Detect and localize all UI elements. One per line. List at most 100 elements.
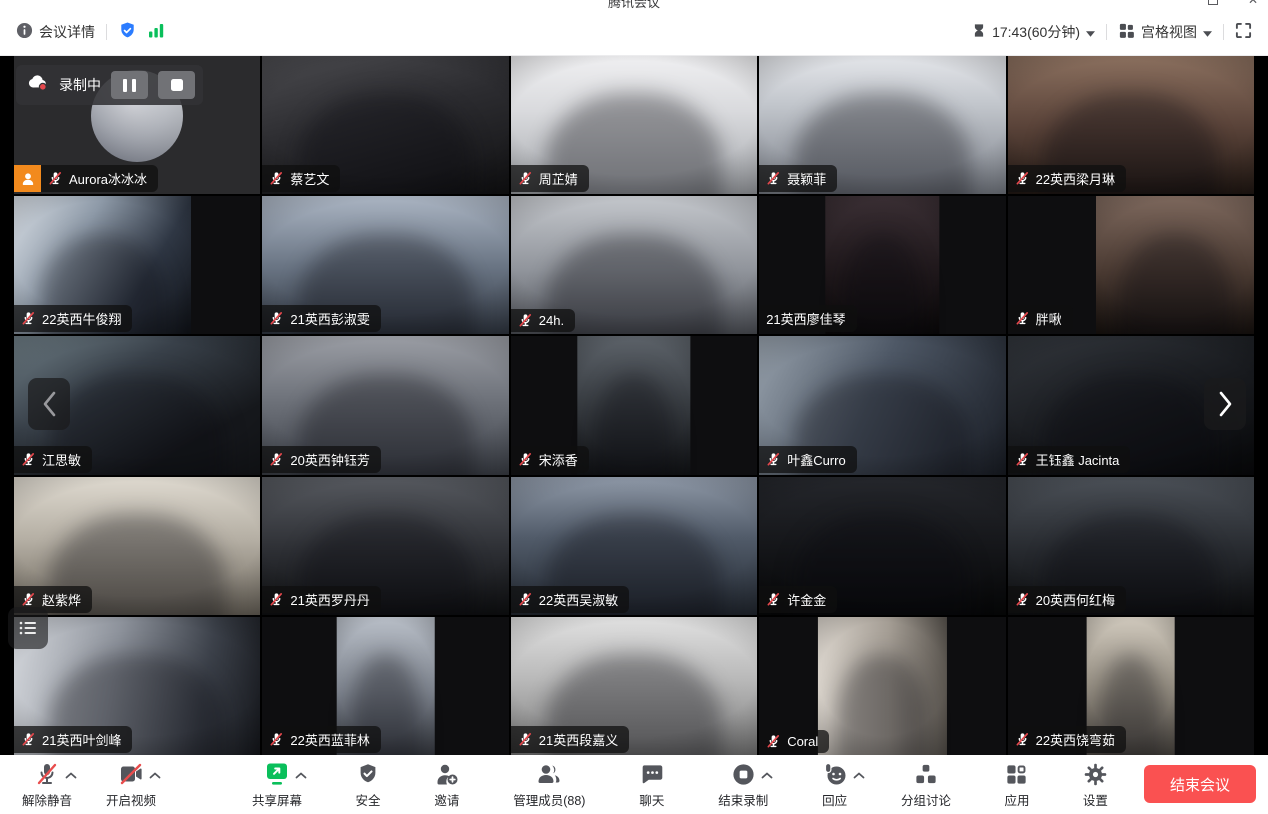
participant-tile[interactable]: Coral xyxy=(759,617,1005,755)
participant-tile[interactable]: 22英西梁月琳 xyxy=(1008,56,1254,194)
participant-tile[interactable]: 21英西彭淑雯 xyxy=(262,196,508,334)
participant-plate: 21英西叶剑峰 xyxy=(14,726,132,753)
share-screen-icon xyxy=(264,760,290,787)
view-mode-dropdown[interactable]: 宫格视图 xyxy=(1118,22,1212,42)
toolbar-label: 聊天 xyxy=(639,790,664,809)
participant-tile[interactable]: 叶鑫Curro xyxy=(759,336,1005,474)
participant-plate: 22英西吴淑敏 xyxy=(511,586,629,613)
mic-muted-icon xyxy=(518,732,533,747)
participant-tile[interactable]: 20英西何红梅 xyxy=(1008,477,1254,615)
participant-tile[interactable]: 22英西蓝菲林 xyxy=(262,617,508,755)
participant-name: 胖啾 xyxy=(1036,309,1062,328)
end-meeting-button[interactable]: 结束会议 xyxy=(1144,765,1256,803)
participant-name: Aurora冰冰冰 xyxy=(69,169,147,188)
participant-tile[interactable]: 22英西饶弯茹 xyxy=(1008,617,1254,755)
host-person-icon xyxy=(20,171,36,187)
mic-muted-icon xyxy=(21,452,36,467)
toolbar-label: 管理成员(88) xyxy=(513,790,585,809)
participant-name: 21英西廖佳琴 xyxy=(766,309,845,328)
participant-tile[interactable]: 21英西廖佳琴 xyxy=(759,196,1005,334)
info-icon xyxy=(16,22,33,42)
chevron-up-icon[interactable] xyxy=(761,766,773,784)
nameplate: 22英西蓝菲林 xyxy=(262,726,380,753)
camera-muted-icon xyxy=(118,760,144,787)
nameplate: 21英西廖佳琴 xyxy=(759,305,856,332)
participant-tile[interactable]: 21英西罗丹丹 xyxy=(262,477,508,615)
member-list-toggle[interactable] xyxy=(8,607,48,649)
mic-muted-icon xyxy=(269,592,284,607)
participant-tile[interactable]: 许金金 xyxy=(759,477,1005,615)
toolbar-label: 安全 xyxy=(355,790,380,809)
chevron-down-icon xyxy=(1086,24,1095,40)
maximize-button[interactable] xyxy=(1208,0,1218,5)
participant-tile[interactable]: 胖啾 xyxy=(1008,196,1254,334)
toolbar-share-screen-button[interactable]: 共享屏幕 xyxy=(252,760,302,809)
nameplate: 胖啾 xyxy=(1008,305,1073,332)
participant-name: 20英西钟钰芳 xyxy=(290,450,369,469)
chevron-up-icon[interactable] xyxy=(295,766,307,784)
participant-tile[interactable]: 周芷婧 xyxy=(511,56,757,194)
grid-view-icon xyxy=(1118,22,1135,42)
toolbar-label: 邀请 xyxy=(434,790,459,809)
participant-tile[interactable]: 赵紫烨 xyxy=(14,477,260,615)
participant-tile[interactable]: 22英西牛俊翔 xyxy=(14,196,260,334)
participant-tile[interactable]: 20英西钟钰芳 xyxy=(262,336,508,474)
nameplate: 22英西饶弯茹 xyxy=(1008,726,1126,753)
chevron-up-icon[interactable] xyxy=(149,766,161,784)
nameplate: 24h. xyxy=(511,309,575,332)
participant-name: 21英西叶剑峰 xyxy=(42,730,121,749)
toolbar-security-button[interactable]: 安全 xyxy=(355,760,380,809)
fullscreen-icon[interactable] xyxy=(1235,22,1252,42)
participant-tile[interactable]: 聂颖菲 xyxy=(759,56,1005,194)
participant-plate: 21英西彭淑雯 xyxy=(262,305,380,332)
stop-record-icon xyxy=(731,760,756,787)
toolbar-stop-recording-button[interactable]: 结束录制 xyxy=(718,760,768,809)
network-signal-icon[interactable] xyxy=(148,23,165,41)
mic-muted-icon xyxy=(518,592,533,607)
participant-tile[interactable]: 22英西吴淑敏 xyxy=(511,477,757,615)
participant-name: 24h. xyxy=(539,313,564,328)
security-shield-icon[interactable] xyxy=(118,21,137,43)
previous-page-arrow[interactable] xyxy=(28,378,70,430)
participant-name: 蔡艺文 xyxy=(290,169,329,188)
participant-tile[interactable]: 21英西叶剑峰 xyxy=(14,617,260,755)
mic-muted-icon xyxy=(766,452,781,467)
toolbar-reactions-button[interactable]: 回应 xyxy=(822,760,848,809)
video-grid: Aurora冰冰冰 蔡艺文 周芷婧 聂颖菲 22英西梁月琳 22英西牛俊翔 21英西彭淑雯 2… xyxy=(14,56,1254,755)
participant-tile[interactable]: 蔡艺文 xyxy=(262,56,508,194)
meeting-timer-dropdown[interactable]: 17:43(60分钟) xyxy=(972,22,1095,42)
meeting-details-button[interactable]: 会议详情 xyxy=(16,22,95,42)
mic-muted-icon xyxy=(21,592,36,607)
recording-label: 录制中 xyxy=(59,75,101,95)
toolbar-unmute-button[interactable]: 解除静音 xyxy=(22,760,72,809)
toolbar-center-group: 共享屏幕安全 邀请 管理成员(88) 聊天 结束录制 回应分组讨论 应用 设置 xyxy=(252,760,1108,809)
participant-plate: 22英西饶弯茹 xyxy=(1008,726,1126,753)
pause-recording-button[interactable] xyxy=(111,71,148,99)
close-button[interactable]: ✕ xyxy=(1248,0,1258,5)
toolbar-manage-members-button[interactable]: 管理成员(88) xyxy=(513,760,585,809)
chevron-up-icon[interactable] xyxy=(853,766,865,784)
participant-plate: 周芷婧 xyxy=(511,165,589,192)
participant-plate: 20英西钟钰芳 xyxy=(262,446,380,473)
toolbar-settings-button[interactable]: 设置 xyxy=(1083,760,1108,809)
toolbar-start-video-button[interactable]: 开启视频 xyxy=(106,760,156,809)
toolbar-invite-button[interactable]: 邀请 xyxy=(434,760,460,809)
chevron-up-icon[interactable] xyxy=(65,766,77,784)
participant-tile[interactable]: 24h. xyxy=(511,196,757,334)
participant-name: 聂颖菲 xyxy=(787,169,826,188)
toolbar-chat-button[interactable]: 聊天 xyxy=(639,760,665,809)
nameplate: 20英西钟钰芳 xyxy=(262,446,380,473)
participant-tile[interactable]: 宋添香 xyxy=(511,336,757,474)
participant-name: 20英西何红梅 xyxy=(1036,590,1115,609)
toolbar-breakout-rooms-button[interactable]: 分组讨论 xyxy=(901,760,951,809)
nameplate: 许金金 xyxy=(759,586,837,613)
next-page-arrow[interactable] xyxy=(1204,378,1246,430)
members-icon xyxy=(536,760,562,787)
participant-tile[interactable]: 21英西段嘉义 xyxy=(511,617,757,755)
participant-plate: 21英西廖佳琴 xyxy=(759,305,856,332)
toolbar-apps-button[interactable]: 应用 xyxy=(1004,760,1029,809)
stop-recording-button[interactable] xyxy=(158,71,195,99)
toolbar-label: 分组讨论 xyxy=(901,790,951,809)
participant-name: 22英西牛俊翔 xyxy=(42,309,121,328)
mic-muted-icon xyxy=(269,732,284,747)
